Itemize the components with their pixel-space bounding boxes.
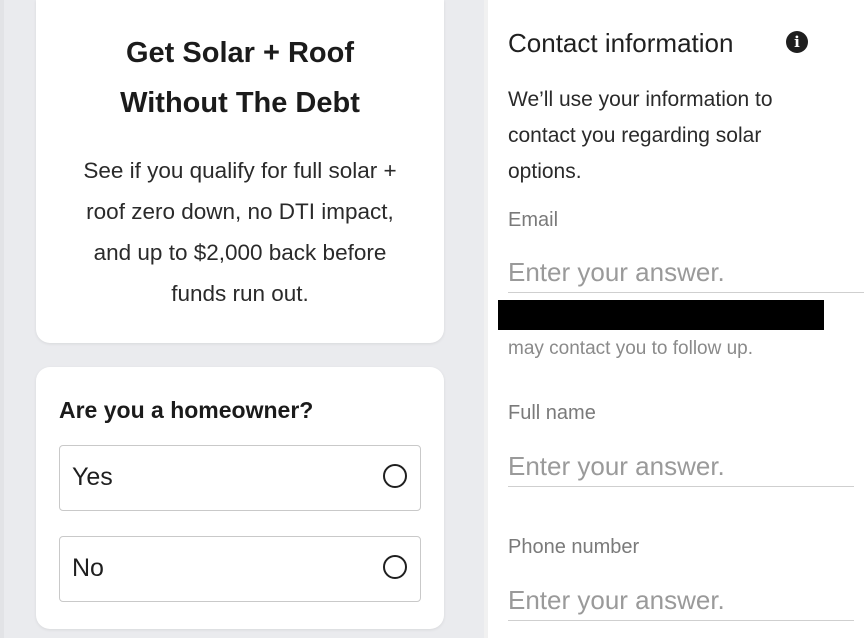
contact-description: We’ll use your information to contact yo… — [508, 82, 848, 190]
hero-title-line-1: Get Solar + Roof — [125, 37, 354, 69]
phone-number-label: Phone number — [508, 536, 640, 558]
full-name-label: Full name — [508, 402, 596, 424]
full-name-field[interactable] — [508, 446, 854, 487]
hero-description: See if you qualify for full solar + roof… — [56, 150, 424, 314]
hero-title: Get Solar + Roof Without The Debt — [36, 28, 444, 128]
contact-form-panel: Contact information i We’ll use your inf… — [488, 0, 864, 638]
hero-desc-line-1: See if you qualify for full solar + — [83, 158, 397, 183]
radio-yes[interactable] — [383, 464, 407, 488]
contact-heading: Contact information — [508, 28, 734, 58]
contact-desc-line-3: options. — [508, 160, 582, 183]
left-panel: Get Solar + Roof Without The Debt See if… — [0, 0, 484, 638]
email-field[interactable] — [508, 252, 864, 293]
homeowner-question-card: Are you a homeowner? Yes No — [36, 367, 444, 629]
followup-notice: may contact you to follow up. — [508, 338, 754, 359]
hero-title-line-2: Without The Debt — [120, 87, 360, 119]
radio-no[interactable] — [383, 555, 407, 579]
redaction-bar — [498, 300, 824, 330]
hero-desc-line-2: roof zero down, no DTI impact, — [86, 199, 394, 224]
phone-number-field[interactable] — [508, 580, 854, 621]
option-no[interactable]: No — [59, 536, 421, 602]
option-no-label: No — [72, 554, 104, 582]
hero-card: Get Solar + Roof Without The Debt See if… — [36, 0, 444, 343]
question-label: Are you a homeowner? — [59, 397, 314, 423]
left-gutter — [0, 0, 4, 638]
option-yes[interactable]: Yes — [59, 445, 421, 511]
option-yes-label: Yes — [72, 463, 113, 491]
info-icon[interactable]: i — [786, 31, 808, 53]
contact-desc-line-2: contact you regarding solar — [508, 124, 762, 147]
hero-desc-line-3: and up to $2,000 back before — [93, 240, 387, 265]
email-label: Email — [508, 209, 559, 231]
contact-desc-line-1: We’ll use your information to — [508, 88, 773, 111]
hero-desc-line-4: funds run out. — [171, 281, 309, 306]
